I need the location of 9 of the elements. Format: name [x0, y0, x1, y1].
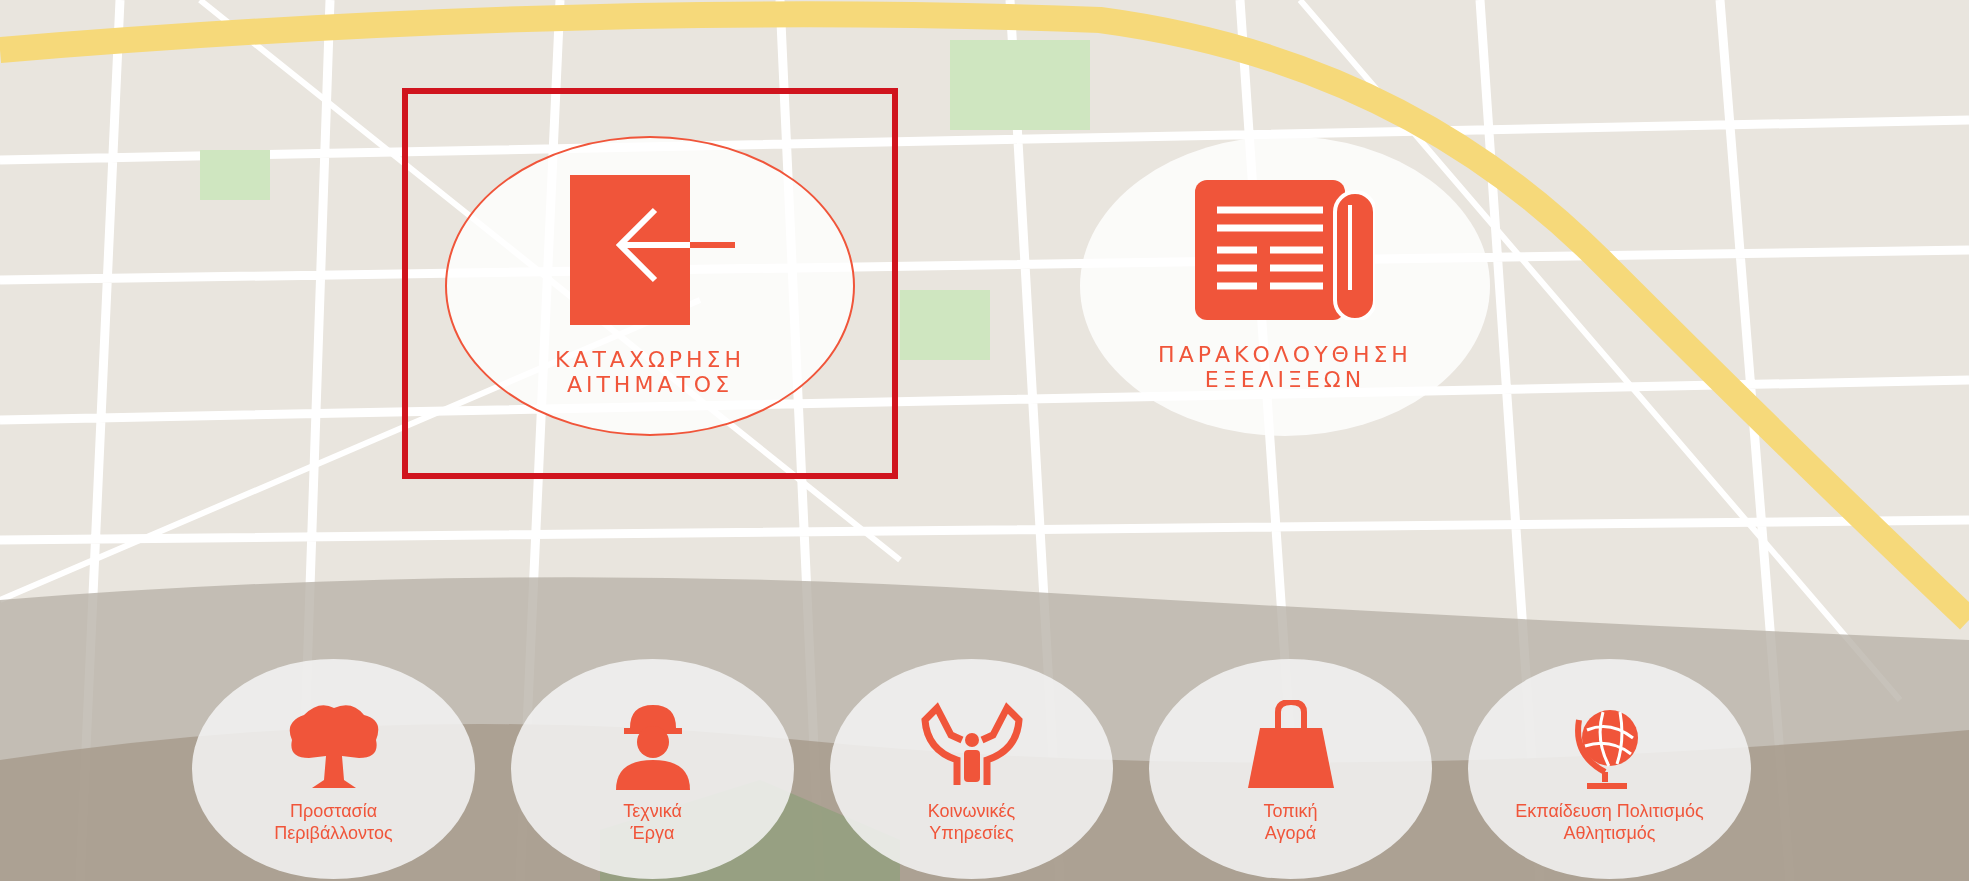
tile-label: ΚΑΤΑΧΩΡΗΣΗ ΑΙΤΗΜΑΤΟΣ	[554, 346, 746, 398]
tile-label: ΠΑΡΑΚΟΛΟΥΘΗΣΗ ΕΞΕΛΙΞΕΩΝ	[1158, 341, 1412, 393]
category-label: Εκπαίδευση Πολιτισμός Αθλητισμός	[1515, 799, 1704, 845]
category-label: Τοπική Αγορά	[1263, 799, 1318, 845]
category-label: Τεχνικά Έργα	[623, 799, 682, 845]
bag-icon	[1245, 699, 1336, 790]
category-label: Κοινωνικές Υπηρεσίες	[927, 799, 1016, 845]
category-label: Προστασία Περιβάλλοντος	[274, 799, 393, 845]
newspaper-icon	[1195, 179, 1375, 320]
